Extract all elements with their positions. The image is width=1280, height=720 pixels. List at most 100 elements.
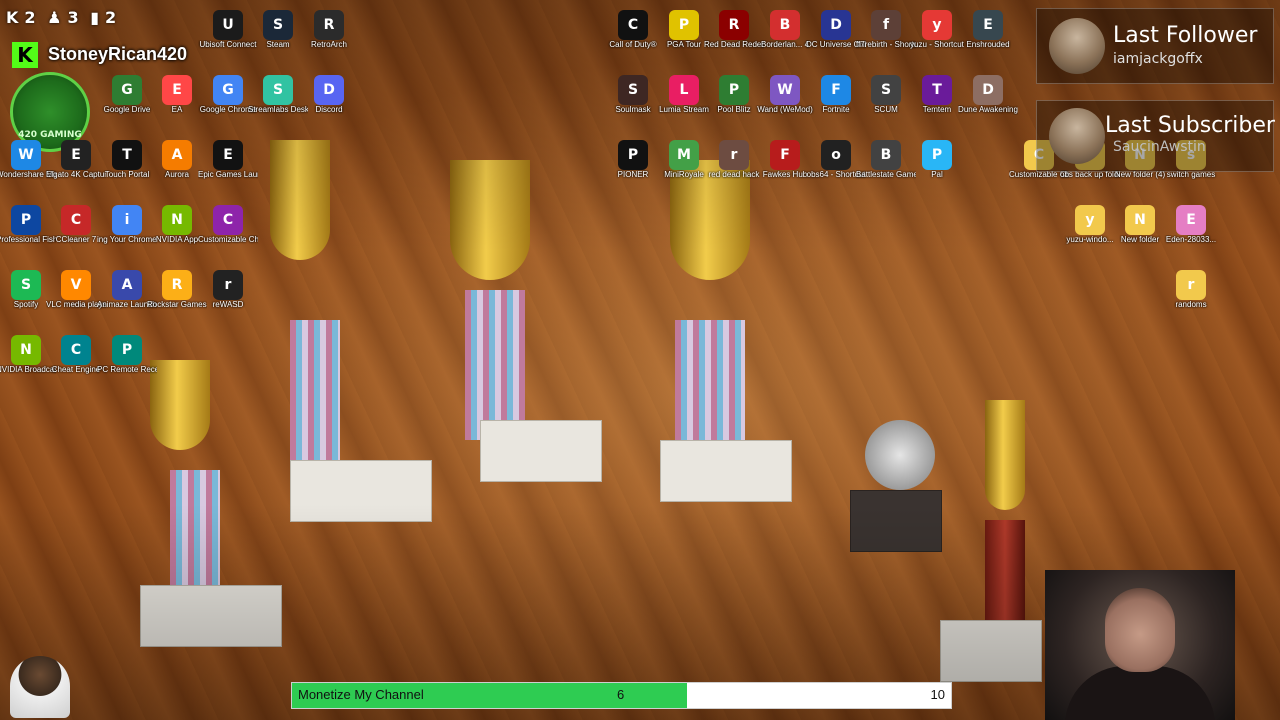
pal-icon: P — [922, 140, 952, 170]
enshrouded-icon: E — [973, 10, 1003, 40]
desktop-icon-label: randoms — [1175, 300, 1207, 309]
streamer-header: K2 ♟ 3 ▮ 2 K StoneyRican420 — [0, 0, 210, 72]
stat-value: 3 — [67, 8, 79, 27]
desktop-icon[interactable]: E Enshrouded — [958, 8, 1018, 68]
follower-avatar — [1049, 18, 1105, 74]
fortnite-icon: F — [821, 75, 851, 105]
desktop-icon[interactable]: EEpic Games Launcher — [198, 138, 258, 198]
folder-icon: y — [1075, 205, 1105, 235]
google-drive-icon: G — [112, 75, 142, 105]
kick-viewers-icon: K — [6, 8, 19, 27]
subscriber-title: Last Subscriber — [1105, 113, 1275, 138]
red-dead-hack-icon: r — [719, 140, 749, 170]
red-dead-icon: R — [719, 10, 749, 40]
vlc-icon: V — [61, 270, 91, 300]
nvidia-broadcast-icon: N — [11, 335, 41, 365]
pga-tour-icon: P — [669, 10, 699, 40]
elgato-icon: E — [61, 140, 91, 170]
follower-name: iamjackgoffx — [1113, 51, 1203, 67]
desktop-icon-label: RetroArch — [310, 40, 347, 49]
scum-icon: S — [871, 75, 901, 105]
stat-value: 2 — [24, 8, 36, 27]
streamlabs-icon: S — [263, 75, 293, 105]
dc-universe-icon: D — [821, 10, 851, 40]
borderlands-icon: B — [770, 10, 800, 40]
last-follower-alert: Last Follower iamjackgoffx — [1036, 8, 1274, 84]
subscriber-name: SaucinAwstin — [1113, 139, 1206, 155]
folder-icon: N — [1125, 205, 1155, 235]
last-subscriber-alert: Last Subscriber SaucinAwstin — [1036, 100, 1275, 172]
pc-remote-icon: P — [112, 335, 142, 365]
retroarch-icon: R — [314, 10, 344, 40]
fishing-icon: P — [11, 205, 41, 235]
channel-goal-bar: Monetize My Channel 6 10 — [291, 682, 952, 709]
goal-current-value: 6 — [617, 687, 625, 702]
obs-icon: o — [821, 140, 851, 170]
followers-icon: ♟ — [47, 8, 62, 27]
lumia-stream-icon: L — [669, 75, 699, 105]
trophy-2 — [250, 140, 440, 530]
epic-games-icon: E — [213, 140, 243, 170]
stream-stats: K2 ♟ 3 ▮ 2 — [6, 8, 122, 27]
yuzu-icon: y — [922, 10, 952, 40]
soulmask-icon: S — [618, 75, 648, 105]
trophy-6 — [940, 400, 1050, 690]
trophy-5 — [840, 420, 950, 570]
touch-portal-icon: T — [112, 140, 142, 170]
desktop-icon-label: Dune Awakening — [958, 105, 1018, 114]
animaze-icon: A — [112, 270, 142, 300]
goal-label: Monetize My Channel — [298, 687, 424, 702]
desktop-icon[interactable]: r reWASD — [198, 268, 258, 328]
temtem-icon: T — [922, 75, 952, 105]
desktop-icon[interactable]: PPC Remote Receiver — [97, 333, 157, 393]
pool-blitz-icon: P — [719, 75, 749, 105]
desktop-icon-label: Discord — [315, 105, 343, 114]
desktop-icon-label: PC Remote Receiver — [97, 365, 157, 374]
spotify-icon: S — [11, 270, 41, 300]
folder-icon: E — [1176, 205, 1206, 235]
rockstar-icon: R — [162, 270, 192, 300]
ea-icon: E — [162, 75, 192, 105]
follower-title: Last Follower — [1113, 23, 1258, 48]
desktop-icon[interactable]: CCustomizable Cheat Arrows — [198, 203, 258, 263]
chrome-icon: G — [213, 75, 243, 105]
desktop-icon-label: reWASD — [212, 300, 244, 309]
desktop-icon-label: Customizable Cheat Arrows — [198, 235, 258, 244]
call-of-duty-icon: C — [618, 10, 648, 40]
dune-icon: D — [973, 75, 1003, 105]
nvidia-icon: N — [162, 205, 192, 235]
webcam-feed — [1045, 570, 1235, 720]
channel-name: StoneyRican420 — [48, 44, 188, 64]
desktop-icon-label: Epic Games Launcher — [198, 170, 258, 179]
desktop-icon[interactable]: R RetroArch — [299, 8, 359, 68]
subscriber-avatar — [1049, 108, 1105, 164]
mirrorgo-icon: W — [11, 140, 41, 170]
pioner-icon: P — [618, 140, 648, 170]
trophy-1 — [130, 360, 320, 650]
aurora-icon: A — [162, 140, 192, 170]
fawkes-hub-icon: F — [770, 140, 800, 170]
kick-logo-icon: K — [12, 42, 38, 68]
desktop-icon-label: Eden-28033... — [1165, 235, 1217, 244]
winrar-icon: C — [213, 205, 243, 235]
desktop-icon-label: Enshrouded — [966, 40, 1010, 49]
desktop-icon[interactable]: E Eden-28033... — [1161, 203, 1221, 263]
ubisoft-icon: U — [213, 10, 243, 40]
desktop-icon[interactable]: D Dune Awakening — [958, 73, 1018, 133]
ff7-icon: f — [871, 10, 901, 40]
desktop-icon-label: Pal — [931, 170, 943, 179]
steam-icon: S — [263, 10, 293, 40]
chrome-icon: i — [112, 205, 142, 235]
battlestate-icon: B — [871, 140, 901, 170]
goal-target-value: 10 — [930, 687, 945, 702]
discord-icon: D — [314, 75, 344, 105]
trophy-3 — [440, 30, 610, 482]
folder-icon: r — [1176, 270, 1206, 300]
desktop-icon[interactable]: r randoms — [1161, 268, 1221, 328]
desktop-icon[interactable]: P Pal — [907, 138, 967, 198]
stat-value: 2 — [105, 8, 117, 27]
desktop-icon[interactable]: D Discord — [299, 73, 359, 133]
miniroyale-icon: M — [669, 140, 699, 170]
rewasd-icon: r — [213, 270, 243, 300]
mascot-avatar — [10, 656, 70, 718]
